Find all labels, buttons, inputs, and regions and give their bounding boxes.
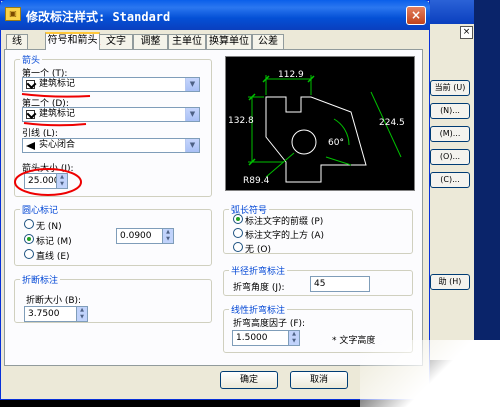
red-underline-second: [23, 122, 87, 127]
red-circle-arrow-size: [14, 168, 82, 196]
red-underline-first: [21, 93, 91, 98]
red-annotation-overlay: [14, 39, 101, 196]
tab-symbols-arrows[interactable]: 符号和箭头: [45, 32, 100, 50]
